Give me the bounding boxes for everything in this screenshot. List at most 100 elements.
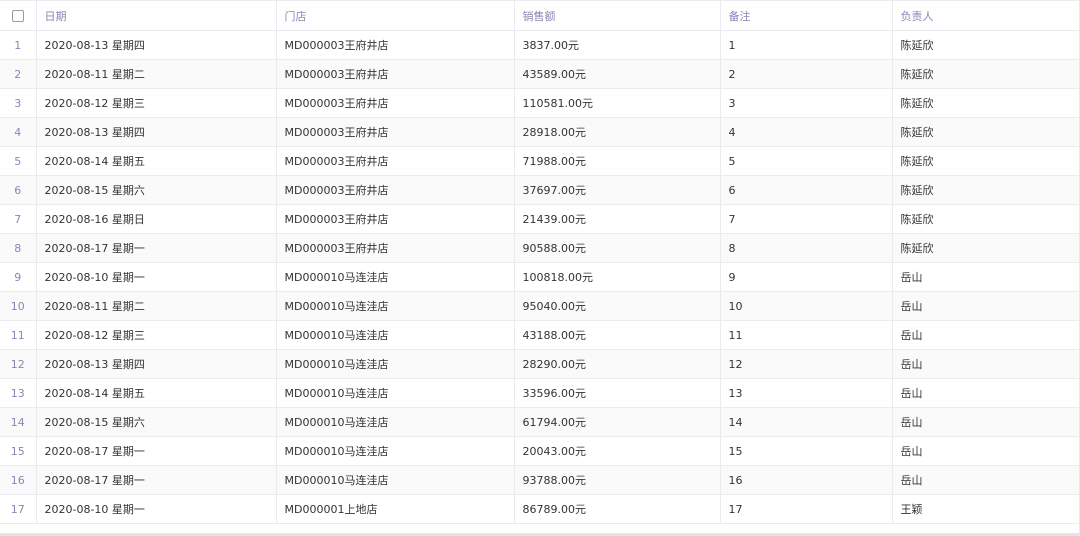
cell-sales[interactable]: 28290.00元: [514, 349, 721, 379]
cell-sales[interactable]: 110581.00元: [514, 88, 721, 118]
cell-sales[interactable]: 61794.00元: [514, 407, 721, 437]
cell-date[interactable]: 2020-08-11 星期二: [36, 291, 277, 321]
cell-date[interactable]: 2020-08-17 星期一: [36, 436, 277, 466]
table-row[interactable]: 8 2020-08-17 星期一 MD000003王府井店 90588.00元 8 陈延欣: [0, 233, 1079, 263]
row-index[interactable]: 10: [0, 291, 37, 321]
cell-note[interactable]: 10: [720, 291, 893, 321]
table-row[interactable]: 11 2020-08-12 星期三 MD000010马连洼店 43188.00元 11 岳…: [0, 320, 1079, 350]
cell-owner[interactable]: 陈延欣: [892, 117, 1079, 147]
cell-date[interactable]: 2020-08-16 星期日: [36, 204, 277, 234]
row-index[interactable]: 7: [0, 204, 37, 234]
cell-date[interactable]: 2020-08-13 星期四: [36, 117, 277, 147]
column-header-date[interactable]: 日期: [36, 0, 277, 31]
row-index[interactable]: 14: [0, 407, 37, 437]
table-row[interactable]: 4 2020-08-13 星期四 MD000003王府井店 28918.00元 4 陈延欣: [0, 117, 1079, 147]
table-row[interactable]: 1 2020-08-13 星期四 MD000003王府井店 3837.00元 1 陈延欣: [0, 30, 1079, 60]
cell-sales[interactable]: 71988.00元: [514, 146, 721, 176]
column-header-store[interactable]: 门店: [276, 0, 515, 31]
cell-note[interactable]: 16: [720, 465, 893, 495]
cell-date[interactable]: 2020-08-17 星期一: [36, 233, 277, 263]
cell-owner[interactable]: 陈延欣: [892, 146, 1079, 176]
row-index[interactable]: 5: [0, 146, 37, 176]
cell-owner[interactable]: 岳山: [892, 349, 1079, 379]
cell-sales[interactable]: 100818.00元: [514, 262, 721, 292]
cell-note[interactable]: 12: [720, 349, 893, 379]
cell-date[interactable]: 2020-08-13 星期四: [36, 349, 277, 379]
select-all-checkbox[interactable]: [11, 10, 24, 22]
cell-note[interactable]: 5: [720, 146, 893, 176]
cell-owner[interactable]: 陈延欣: [892, 88, 1079, 118]
cell-owner[interactable]: 岳山: [892, 436, 1079, 466]
table-row[interactable]: 5 2020-08-14 星期五 MD000003王府井店 71988.00元 5 陈延欣: [0, 146, 1079, 176]
table-row[interactable]: 17 2020-08-10 星期一 MD000001上地店 86789.00元 17 王颖: [0, 494, 1079, 524]
cell-sales[interactable]: 20043.00元: [514, 436, 721, 466]
cell-note[interactable]: 15: [720, 436, 893, 466]
cell-date[interactable]: 2020-08-12 星期三: [36, 320, 277, 350]
cell-store[interactable]: MD000003王府井店: [276, 30, 515, 60]
cell-sales[interactable]: 93788.00元: [514, 465, 721, 495]
table-row[interactable]: 6 2020-08-15 星期六 MD000003王府井店 37697.00元 6 陈延欣: [0, 175, 1079, 205]
cell-date[interactable]: 2020-08-14 星期五: [36, 378, 277, 408]
cell-owner[interactable]: 岳山: [892, 291, 1079, 321]
cell-owner[interactable]: 岳山: [892, 407, 1079, 437]
cell-note[interactable]: 9: [720, 262, 893, 292]
table-row[interactable]: 12 2020-08-13 星期四 MD000010马连洼店 28290.00元 12 岳…: [0, 349, 1079, 379]
cell-owner[interactable]: 陈延欣: [892, 59, 1079, 89]
cell-store[interactable]: MD000001上地店: [276, 494, 515, 524]
cell-store[interactable]: MD000003王府井店: [276, 233, 515, 263]
cell-owner[interactable]: 陈延欣: [892, 204, 1079, 234]
row-index[interactable]: 12: [0, 349, 37, 379]
table-row[interactable]: 7 2020-08-16 星期日 MD000003王府井店 21439.00元 7 陈延欣: [0, 204, 1079, 234]
cell-note[interactable]: 13: [720, 378, 893, 408]
cell-note[interactable]: 4: [720, 117, 893, 147]
cell-store[interactable]: MD000010马连洼店: [276, 378, 515, 408]
cell-store[interactable]: MD000003王府井店: [276, 117, 515, 147]
table-row[interactable]: 3 2020-08-12 星期三 MD000003王府井店 110581.00元 3 陈延…: [0, 88, 1079, 118]
cell-date[interactable]: 2020-08-15 星期六: [36, 175, 277, 205]
table-row[interactable]: 15 2020-08-17 星期一 MD000010马连洼店 20043.00元 15 岳…: [0, 436, 1079, 466]
cell-date[interactable]: 2020-08-12 星期三: [36, 88, 277, 118]
cell-date[interactable]: 2020-08-15 星期六: [36, 407, 277, 437]
row-index[interactable]: 1: [0, 30, 37, 60]
cell-store[interactable]: MD000010马连洼店: [276, 436, 515, 466]
cell-date[interactable]: 2020-08-13 星期四: [36, 30, 277, 60]
cell-owner[interactable]: 岳山: [892, 378, 1079, 408]
table-row[interactable]: 14 2020-08-15 星期六 MD000010马连洼店 61794.00元 14 岳…: [0, 407, 1079, 437]
row-index[interactable]: 6: [0, 175, 37, 205]
cell-store[interactable]: MD000010马连洼店: [276, 262, 515, 292]
cell-sales[interactable]: 37697.00元: [514, 175, 721, 205]
cell-store[interactable]: MD000010马连洼店: [276, 465, 515, 495]
column-header-sales[interactable]: 销售额: [514, 0, 721, 31]
cell-store[interactable]: MD000010马连洼店: [276, 407, 515, 437]
select-all-header[interactable]: [0, 0, 37, 31]
row-index[interactable]: 8: [0, 233, 37, 263]
cell-sales[interactable]: 95040.00元: [514, 291, 721, 321]
cell-owner[interactable]: 岳山: [892, 320, 1079, 350]
cell-owner[interactable]: 陈延欣: [892, 233, 1079, 263]
cell-date[interactable]: 2020-08-14 星期五: [36, 146, 277, 176]
row-index[interactable]: 11: [0, 320, 37, 350]
cell-note[interactable]: 7: [720, 204, 893, 234]
cell-sales[interactable]: 3837.00元: [514, 30, 721, 60]
cell-store[interactable]: MD000003王府井店: [276, 88, 515, 118]
row-index[interactable]: 15: [0, 436, 37, 466]
table-row[interactable]: 10 2020-08-11 星期二 MD000010马连洼店 95040.00元 10 岳…: [0, 291, 1079, 321]
table-row[interactable]: 9 2020-08-10 星期一 MD000010马连洼店 100818.00元 9 岳山: [0, 262, 1079, 292]
cell-store[interactable]: MD000010马连洼店: [276, 320, 515, 350]
cell-store[interactable]: MD000003王府井店: [276, 204, 515, 234]
cell-note[interactable]: 3: [720, 88, 893, 118]
row-index[interactable]: 3: [0, 88, 37, 118]
table-row[interactable]: 2 2020-08-11 星期二 MD000003王府井店 43589.00元 2 陈延欣: [0, 59, 1079, 89]
row-index[interactable]: 9: [0, 262, 37, 292]
row-index[interactable]: 4: [0, 117, 37, 147]
cell-date[interactable]: 2020-08-17 星期一: [36, 465, 277, 495]
cell-store[interactable]: MD000010马连洼店: [276, 349, 515, 379]
cell-note[interactable]: 2: [720, 59, 893, 89]
cell-owner[interactable]: 岳山: [892, 262, 1079, 292]
cell-owner[interactable]: 岳山: [892, 465, 1079, 495]
cell-store[interactable]: MD000003王府井店: [276, 146, 515, 176]
cell-sales[interactable]: 21439.00元: [514, 204, 721, 234]
cell-note[interactable]: 6: [720, 175, 893, 205]
cell-sales[interactable]: 28918.00元: [514, 117, 721, 147]
cell-date[interactable]: 2020-08-10 星期一: [36, 262, 277, 292]
